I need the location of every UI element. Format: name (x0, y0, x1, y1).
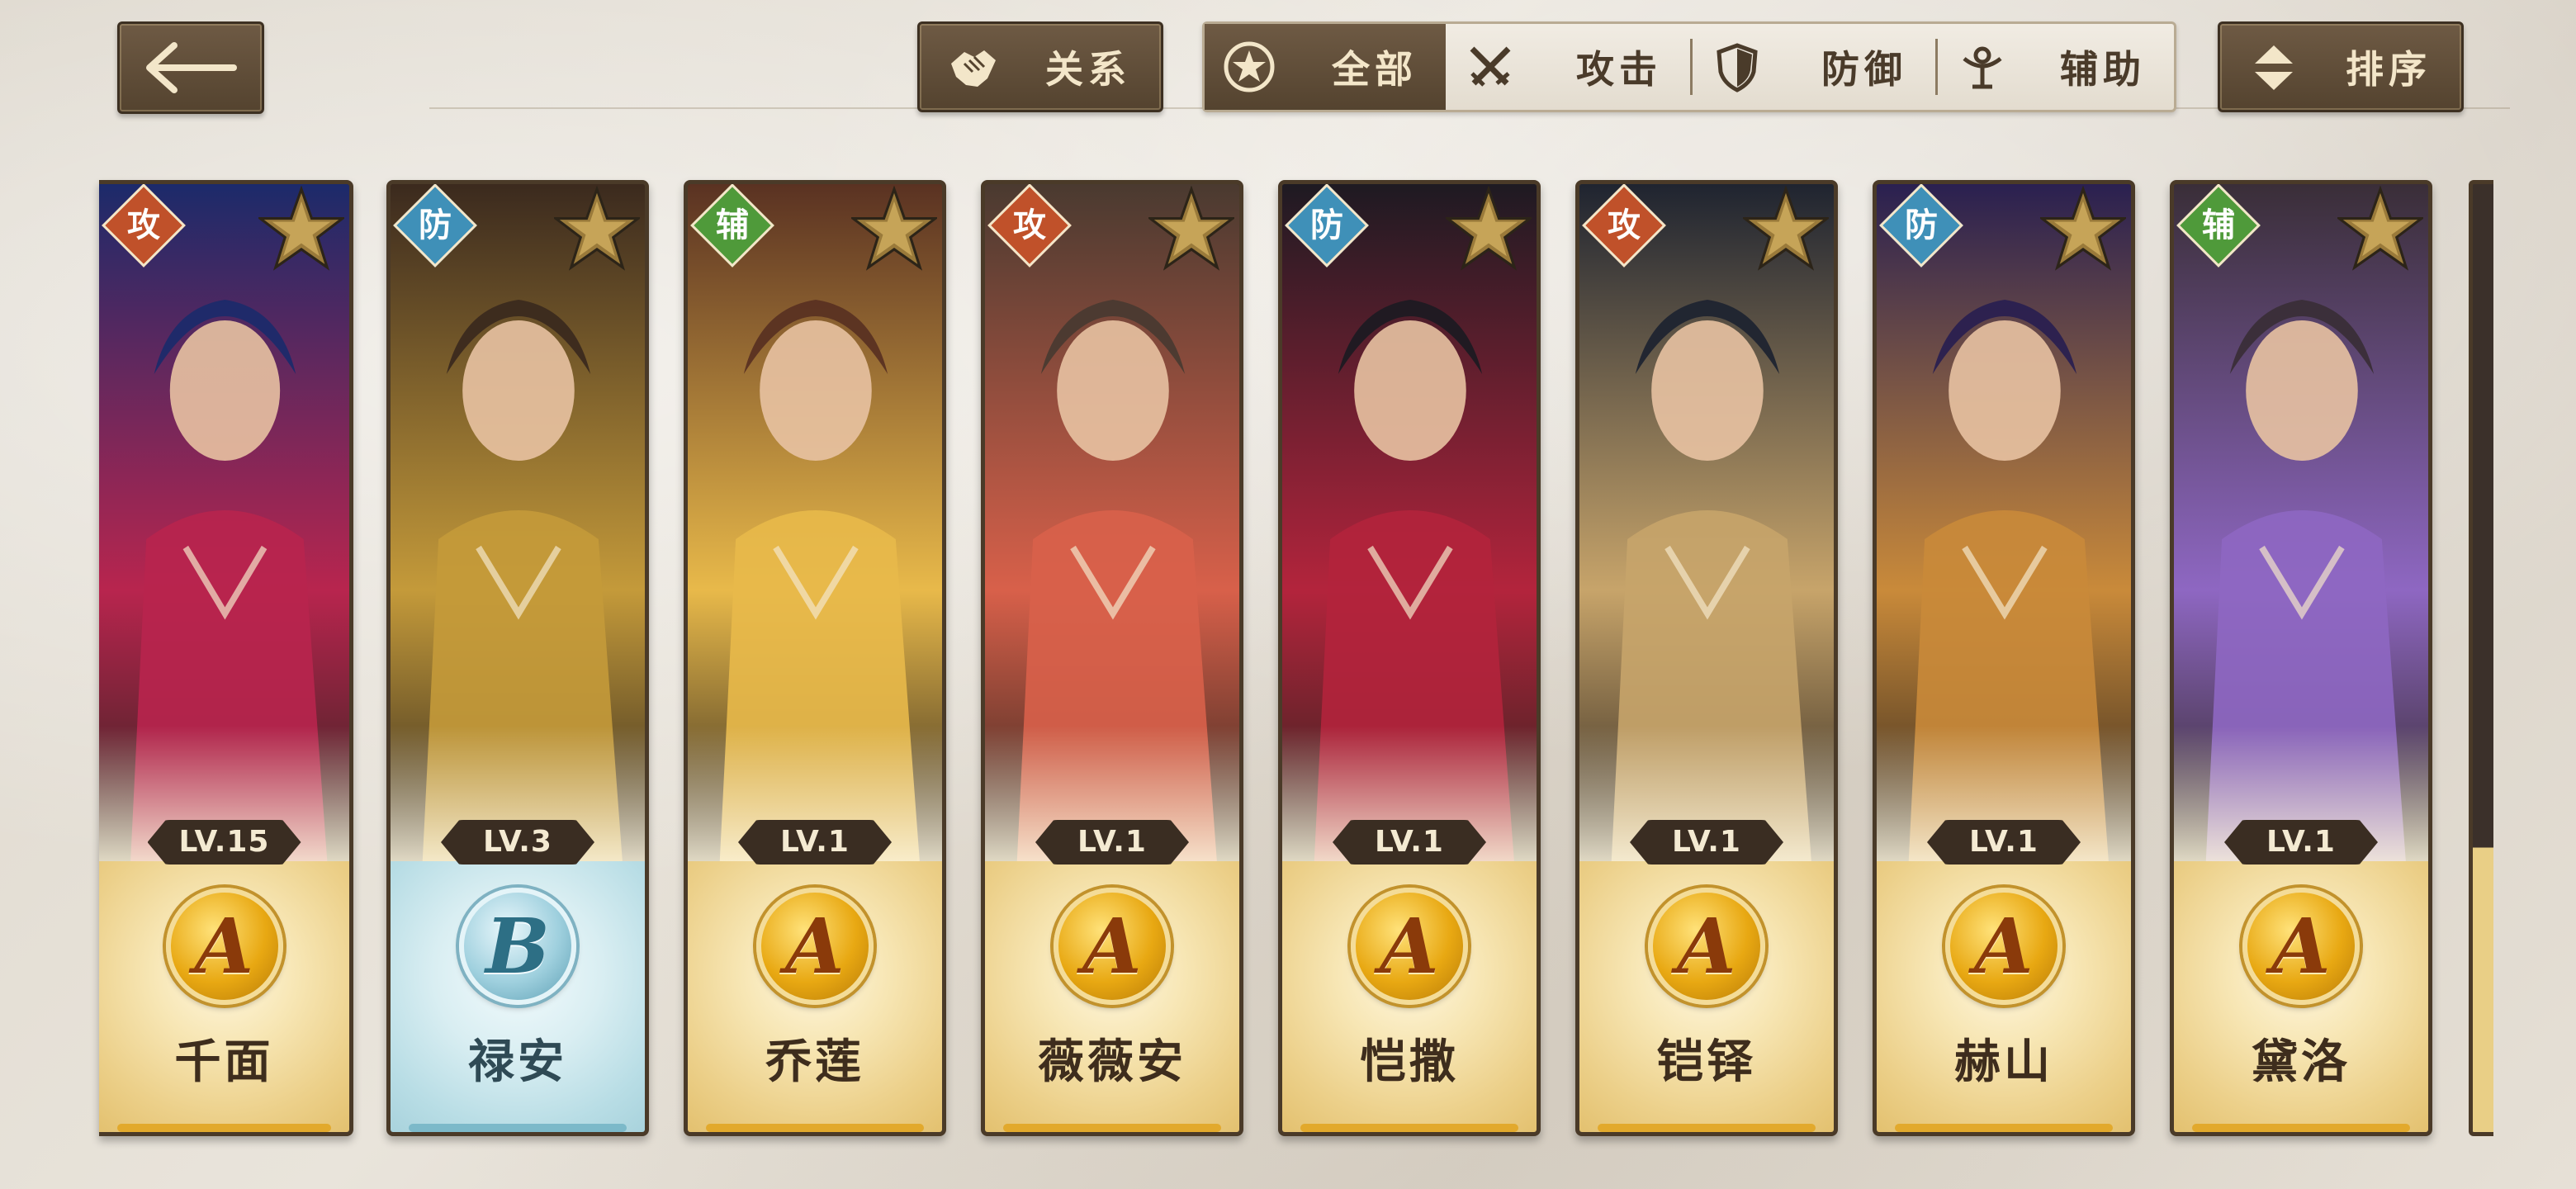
character-portrait (688, 184, 942, 861)
character-card[interactable]: 防 LV.3 B 禄安 (386, 180, 649, 1136)
character-name: 乔莲 (765, 1035, 864, 1089)
tab-defense[interactable]: 防御 (1693, 24, 1935, 110)
character-card[interactable]: 辅 LV.1 A 黛洛 (2170, 180, 2432, 1136)
character-portrait (985, 184, 1239, 861)
grade-badge: A (1351, 888, 1468, 1005)
relation-label: 关系 (1045, 47, 1131, 92)
tab-attack-label: 攻击 (1576, 47, 1662, 92)
role-badge-label: 辅 (2202, 206, 2235, 244)
card-bottom-bar (1895, 1124, 2113, 1132)
character-portrait (1282, 184, 1537, 861)
grade-badge: A (165, 888, 283, 1005)
card-bottom-bar (1598, 1124, 1816, 1132)
character-name: 薇薇安 (1038, 1035, 1186, 1089)
tab-defense-label: 防御 (1821, 47, 1907, 92)
star-icon (1446, 186, 1532, 271)
grade-letter: B (485, 902, 550, 991)
relation-button[interactable]: 关系 (917, 21, 1163, 112)
level-tag: LV.1 (1927, 820, 2081, 865)
character-card[interactable]: 辅 LV.1 A 乔莲 (684, 180, 946, 1136)
character-card[interactable]: 防 LV.1 A 恺撒 (1278, 180, 1541, 1136)
role-badge-label: 辅 (716, 206, 749, 244)
grade-badge: B (459, 888, 576, 1005)
star-icon (2337, 186, 2423, 271)
star-circle-icon (1224, 41, 1275, 92)
crossed-swords-icon (1470, 46, 1511, 87)
level-tag: LV.3 (441, 820, 594, 865)
character-portrait (1877, 184, 2131, 861)
grade-badge: A (1648, 888, 1765, 1005)
character-card[interactable]: 防 LV.1 A 赫山 (1873, 180, 2135, 1136)
level-tag: LV.1 (2224, 820, 2378, 865)
character-portrait (2174, 184, 2428, 861)
sort-button[interactable]: 排序 (2218, 21, 2464, 112)
role-badge-label: 防 (1905, 206, 1938, 244)
grade-badge: A (1945, 888, 2062, 1005)
character-card[interactable]: 攻 LV.15 A 千面 (99, 180, 353, 1136)
sort-updown-icon (2255, 45, 2293, 90)
level-tag: LV.1 (1333, 820, 1486, 865)
character-name: 黛洛 (2252, 1035, 2351, 1089)
tab-all-label: 全部 (1332, 47, 1418, 92)
role-badge-label: 攻 (1013, 206, 1046, 244)
grade-letter: A (194, 902, 254, 991)
card-bottom-bar (409, 1124, 627, 1132)
sort-label: 排序 (2346, 47, 2432, 92)
role-badge-label: 防 (419, 206, 452, 244)
character-name: 禄安 (468, 1035, 567, 1089)
next-card-peek[interactable] (2469, 180, 2493, 1136)
star-icon (1148, 186, 1234, 271)
character-portrait (99, 184, 349, 861)
arrow-left-icon (146, 42, 237, 93)
card-bottom-bar (2192, 1124, 2410, 1132)
tab-support[interactable]: 辅助 (1938, 24, 2174, 110)
support-figure-icon (1963, 46, 2002, 89)
character-portrait (1579, 184, 1834, 861)
card-bottom-bar (706, 1124, 924, 1132)
grade-badge: A (2242, 888, 2360, 1005)
grade-letter: A (785, 902, 845, 991)
character-card[interactable]: 攻 LV.1 A 薇薇安 (981, 180, 1243, 1136)
card-bottom-bar (117, 1124, 331, 1132)
character-name: 恺撒 (1360, 1035, 1459, 1089)
star-icon (2040, 186, 2126, 271)
level-tag: LV.1 (1035, 820, 1189, 865)
grade-letter: A (1082, 902, 1142, 991)
role-badge-label: 攻 (127, 206, 160, 244)
character-name: 赫山 (1954, 1035, 2053, 1089)
grade-letter: A (1974, 902, 2034, 991)
tab-all[interactable]: 全部 (1205, 24, 1446, 110)
shield-icon (1717, 43, 1758, 92)
grade-letter: A (1380, 902, 1439, 991)
card-bottom-bar (1003, 1124, 1221, 1132)
character-name: 铠铎 (1657, 1035, 1756, 1089)
star-icon (258, 186, 344, 271)
character-name: 千面 (174, 1035, 274, 1089)
grade-letter: A (2271, 902, 2331, 991)
handshake-icon (951, 50, 996, 87)
grade-badge: A (756, 888, 874, 1005)
card-bottom-bar (1300, 1124, 1518, 1132)
role-badge-label: 攻 (1608, 206, 1641, 244)
grade-letter: A (1677, 902, 1736, 991)
role-badge-label: 防 (1310, 206, 1343, 244)
level-tag: LV.1 (1630, 820, 1783, 865)
tab-attack[interactable]: 攻击 (1446, 24, 1690, 110)
level-tag: LV.15 (147, 820, 301, 865)
grade-badge: A (1054, 888, 1171, 1005)
tab-support-label: 辅助 (2060, 47, 2146, 92)
character-card[interactable]: 攻 LV.1 A 铠铎 (1575, 180, 1838, 1136)
star-icon (1743, 186, 1829, 271)
star-icon (851, 186, 937, 271)
back-button[interactable] (117, 21, 264, 114)
character-portrait (391, 184, 645, 861)
level-tag: LV.1 (738, 820, 892, 865)
role-filter-tabs: 全部 攻击 防御 辅助 (1202, 21, 2176, 112)
star-icon (554, 186, 640, 271)
